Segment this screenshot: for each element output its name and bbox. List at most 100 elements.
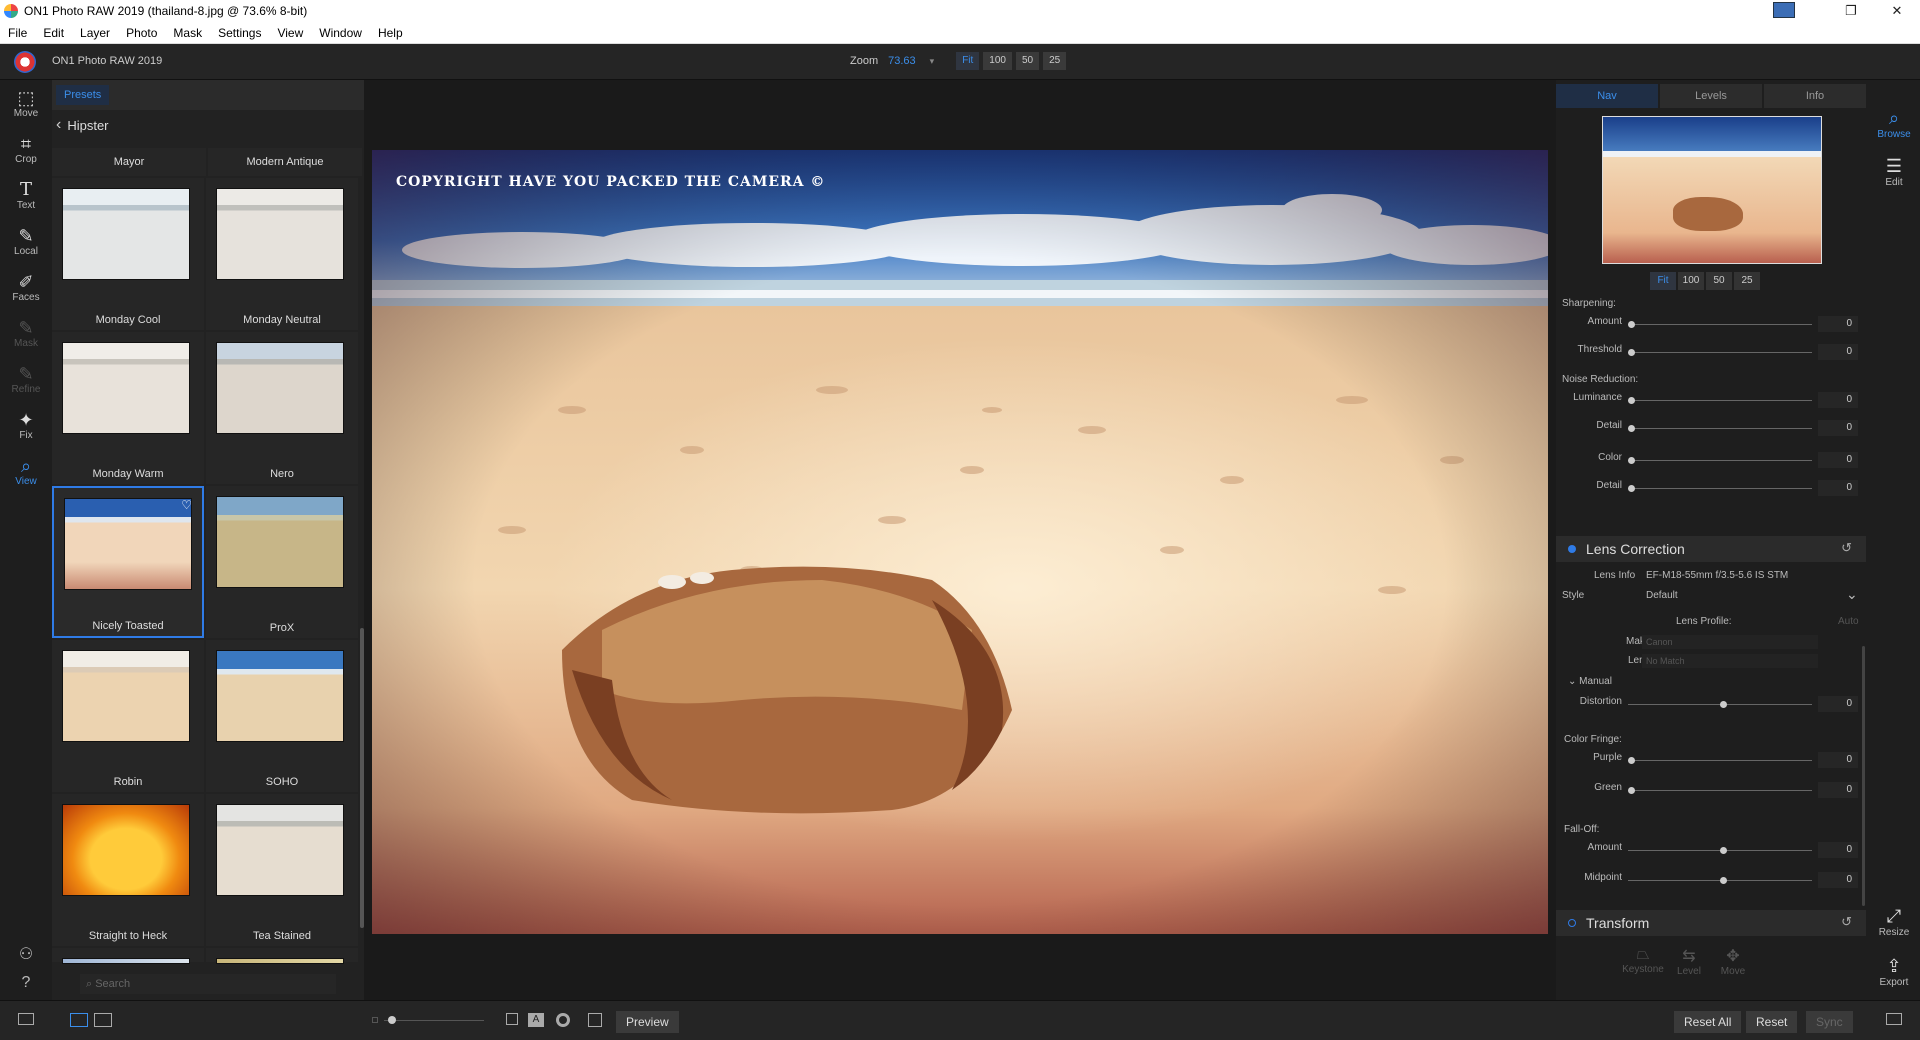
tool-fix[interactable]: ✦ Fix (0, 402, 52, 448)
export-button[interactable]: ⇪ Export (1868, 956, 1920, 988)
preset-header-mayor[interactable]: Mayor (52, 148, 206, 176)
zoom-fit-button[interactable]: Fit (956, 52, 980, 70)
preview-button[interactable]: Preview (616, 1011, 679, 1033)
preset-monday-cool[interactable]: Monday Cool (52, 178, 204, 330)
value-field[interactable]: 0 (1818, 782, 1858, 798)
make-field[interactable]: Canon (1642, 635, 1818, 649)
auto-button[interactable]: Auto (1838, 616, 1859, 627)
slider-knob[interactable] (1628, 321, 1635, 328)
tool-text[interactable]: T Text (0, 172, 52, 218)
resize-button[interactable]: ⤢ Resize (1868, 906, 1920, 938)
tab-presets[interactable]: Presets (56, 85, 110, 105)
noise-luminance-slider[interactable]: Luminance 0 (1556, 390, 1866, 410)
distortion-slider[interactable]: Distortion 0 (1556, 694, 1866, 714)
purple-slider[interactable]: Purple 0 (1556, 750, 1866, 770)
preset-tea-stained[interactable]: Tea Stained (206, 794, 358, 946)
menu-settings[interactable]: Settings (210, 26, 269, 40)
image-canvas[interactable]: COPYRIGHT HAVE YOU PACKED THE CAMERA © (364, 80, 1556, 1000)
preset-header-modern-antique[interactable]: Modern Antique (208, 148, 362, 176)
value-field[interactable]: 0 (1818, 872, 1858, 888)
reset-all-button[interactable]: Reset All (1674, 1011, 1742, 1033)
slider-knob[interactable] (1628, 397, 1635, 404)
zoom-100-button[interactable]: 100 (983, 52, 1012, 70)
nav-zoom-fit[interactable]: Fit (1650, 272, 1676, 290)
move-tool[interactable]: ✥ Move (1708, 946, 1758, 977)
value-field[interactable]: 0 (1818, 752, 1858, 768)
right-panel-scrollbar[interactable] (1862, 646, 1865, 906)
value-field[interactable]: 0 (1818, 696, 1858, 712)
preset-robin[interactable]: Robin (52, 640, 204, 792)
menu-help[interactable]: Help (370, 26, 411, 40)
transform-header[interactable]: Transform ↺ (1556, 910, 1866, 936)
noise-detail-slider[interactable]: Detail 0 (1556, 418, 1866, 438)
preset-prox[interactable]: ProX (206, 486, 358, 638)
monitor-icon[interactable] (1773, 2, 1795, 18)
tab-nav[interactable]: Nav (1556, 84, 1658, 108)
chevron-down-icon[interactable]: ▾ (930, 56, 935, 67)
category-back-button[interactable]: ‹ Hipster (52, 110, 364, 140)
preset-search-input[interactable]: ⌕ Search (80, 974, 336, 994)
mask-view-icon[interactable] (506, 1013, 518, 1025)
chevron-down-icon[interactable]: ⌄ (1846, 586, 1858, 603)
value-field[interactable]: 0 (1818, 452, 1858, 468)
user-icon[interactable]: ⚇ (16, 944, 36, 964)
close-button[interactable]: ✕ (1874, 0, 1920, 22)
slider-knob[interactable] (1720, 701, 1727, 708)
panel-enable-toggle[interactable] (1568, 545, 1576, 553)
menu-file[interactable]: File (0, 26, 35, 40)
tab-info[interactable]: Info (1764, 84, 1866, 108)
nav-zoom-50[interactable]: 50 (1706, 272, 1732, 290)
slider-knob[interactable] (1628, 425, 1635, 432)
tool-mask[interactable]: ✎ Mask (0, 310, 52, 356)
restore-button[interactable]: ❐ (1828, 0, 1874, 22)
value-field[interactable]: 0 (1818, 344, 1858, 360)
preset-partial[interactable] (206, 948, 358, 964)
preset-nicely-toasted[interactable]: ♡ Nicely Toasted (52, 486, 204, 638)
slider-knob[interactable] (1720, 877, 1727, 884)
slider-knob[interactable] (1628, 457, 1635, 464)
single-view-icon[interactable] (70, 1013, 88, 1027)
slider-knob[interactable] (1628, 349, 1635, 356)
value-field[interactable]: 0 (1818, 316, 1858, 332)
value-field[interactable]: 0 (1818, 842, 1858, 858)
favorite-heart-icon[interactable]: ♡ (181, 498, 192, 512)
sharpening-amount-slider[interactable]: Amount 0 (1556, 314, 1866, 334)
tab-levels[interactable]: Levels (1660, 84, 1762, 108)
tool-view[interactable]: ⌕ View (0, 448, 52, 494)
menu-layer[interactable]: Layer (72, 26, 118, 40)
tool-move[interactable]: ⬚ Move (0, 80, 52, 126)
menu-edit[interactable]: Edit (35, 26, 72, 40)
preset-monday-warm[interactable]: Monday Warm (52, 332, 204, 484)
module-browse[interactable]: ⌕ Browse (1868, 108, 1920, 140)
right-panel-toggle-icon[interactable] (1886, 1013, 1902, 1025)
preset-monday-neutral[interactable]: Monday Neutral (206, 178, 358, 330)
preset-straight-to-heck[interactable]: Straight to Heck (52, 794, 204, 946)
compare-view-icon[interactable] (94, 1013, 112, 1027)
lens-correction-header[interactable]: Lens Correction ↺ (1556, 536, 1866, 562)
reset-icon[interactable]: ↺ (1841, 914, 1852, 930)
lens-field[interactable]: No Match (1642, 654, 1818, 668)
menu-mask[interactable]: Mask (165, 26, 210, 40)
reset-icon[interactable]: ↺ (1841, 540, 1852, 556)
zoom-25-button[interactable]: 25 (1043, 52, 1067, 70)
slider-knob[interactable] (1628, 757, 1635, 764)
menu-photo[interactable]: Photo (118, 26, 165, 40)
preset-nero[interactable]: Nero (206, 332, 358, 484)
zoom-slider-knob[interactable] (388, 1016, 396, 1024)
falloff-amount-slider[interactable]: Amount 0 (1556, 840, 1866, 860)
photo-preview[interactable]: COPYRIGHT HAVE YOU PACKED THE CAMERA © (372, 150, 1548, 934)
nav-zoom-100[interactable]: 100 (1678, 272, 1704, 290)
panel-toggle-icon[interactable] (18, 1013, 34, 1025)
nav-zoom-25[interactable]: 25 (1734, 272, 1760, 290)
auto-icon[interactable]: A (528, 1013, 544, 1027)
zoom-slider-track[interactable] (384, 1020, 484, 1021)
preset-partial[interactable] (52, 948, 204, 964)
zoom-value-dropdown[interactable]: 73.63 (888, 55, 916, 67)
circle-mask-icon[interactable] (556, 1013, 570, 1027)
value-field[interactable]: 0 (1818, 480, 1858, 496)
sharpening-threshold-slider[interactable]: Threshold 0 (1556, 342, 1866, 362)
help-icon[interactable]: ? (16, 974, 36, 994)
keystone-tool[interactable]: ⏢ Keystone (1618, 946, 1668, 975)
tool-faces[interactable]: ✐ Faces (0, 264, 52, 310)
manual-toggle[interactable]: ⌄ Manual (1568, 676, 1612, 687)
